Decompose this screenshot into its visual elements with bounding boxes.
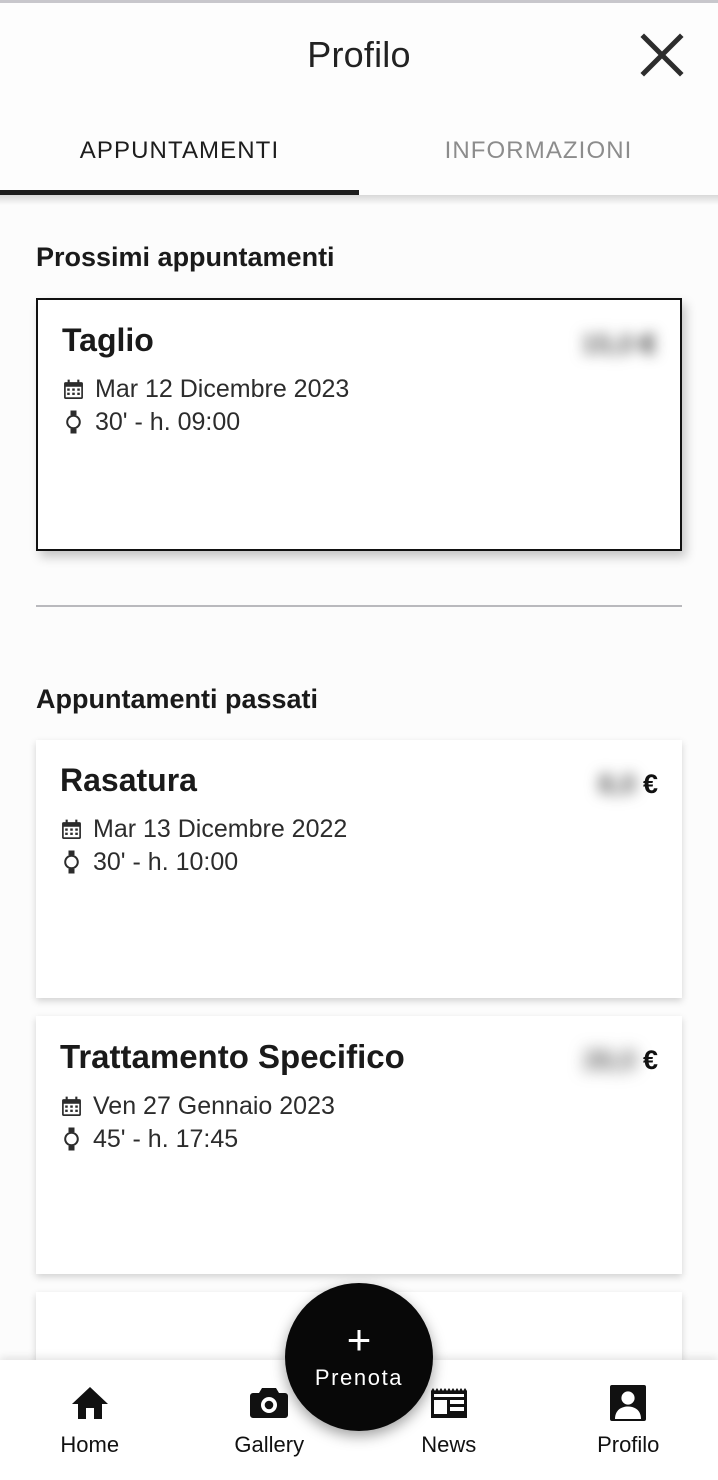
section-title-past: Appuntamenti passati	[36, 684, 319, 714]
nav-item-profilo[interactable]: Profilo	[539, 1383, 718, 1458]
appointment-card-past-2[interactable]: Trattamento Specifico Ven 27 Gennaio 202…	[36, 1016, 682, 1274]
close-icon	[639, 32, 685, 78]
modal-header: Profilo	[0, 3, 718, 107]
prenota-fab-label: Prenota	[314, 1365, 404, 1390]
nav-item-home[interactable]: Home	[0, 1383, 180, 1458]
tab-informazioni[interactable]: INFORMAZIONI	[359, 107, 718, 195]
watch-icon	[60, 850, 82, 874]
appointment-price-amount: 26,0	[583, 1045, 636, 1075]
nav-item-home-label: Home	[60, 1431, 120, 1457]
watch-icon	[62, 410, 84, 434]
appointment-card-past-1[interactable]: Rasatura Mar 13 Dicembre 2022 30' - h. 1…	[36, 740, 682, 998]
appointment-time-row: 45' - h. 17:45	[60, 1125, 405, 1154]
appointment-time: 45' - h. 17:45	[93, 1124, 239, 1153]
plus-icon: +	[346, 1316, 372, 1363]
home-icon	[69, 1383, 111, 1423]
appointment-date: Mar 12 Dicembre 2023	[95, 374, 350, 403]
profile-screen: Profilo APPUNTAMENTI INFORMAZIONI Prossi…	[0, 0, 718, 1480]
calendar-icon	[60, 817, 82, 841]
appointment-card-upcoming[interactable]: Taglio Mar 12 Dicembre 2023 30' - h. 09:…	[36, 298, 682, 551]
appointment-price: 15,0 €	[581, 329, 656, 360]
appointment-time: 30' - h. 09:00	[95, 407, 241, 436]
section-title-upcoming: Prossimi appuntamenti	[36, 242, 335, 272]
appointment-date-row: Mar 12 Dicembre 2023	[62, 375, 349, 404]
newspaper-icon	[428, 1383, 470, 1423]
tab-bar: APPUNTAMENTI INFORMAZIONI	[0, 107, 718, 195]
appointment-date-row: Mar 13 Dicembre 2022	[60, 815, 347, 844]
appointment-title: Rasatura	[60, 762, 197, 798]
tab-informazioni-label: INFORMAZIONI	[444, 137, 633, 164]
tab-appuntamenti[interactable]: APPUNTAMENTI	[0, 107, 359, 195]
appointment-price-currency: €	[642, 1045, 658, 1075]
appointment-price: 26,0 €	[583, 1045, 658, 1076]
nav-item-profilo-label: Profilo	[597, 1431, 660, 1457]
page-title: Profilo	[307, 34, 411, 75]
appointment-price-currency: €	[640, 329, 656, 359]
appointment-time: 30' - h. 10:00	[93, 847, 239, 876]
camera-icon	[248, 1383, 290, 1423]
appointment-time-row: 30' - h. 09:00	[62, 408, 349, 437]
appointment-date: Ven 27 Gennaio 2023	[93, 1091, 335, 1120]
appointment-price-amount: 8,0	[598, 769, 636, 799]
appointment-price: 8,0 €	[598, 769, 658, 800]
close-button[interactable]	[626, 19, 698, 91]
appointments-scroll-area[interactable]: Prossimi appuntamenti Taglio Mar 12 Dice…	[0, 205, 718, 1360]
appointment-price-amount: 15,0	[581, 329, 634, 359]
appointment-time-row: 30' - h. 10:00	[60, 848, 347, 877]
person-icon	[607, 1383, 649, 1423]
appointment-date-row: Ven 27 Gennaio 2023	[60, 1092, 405, 1121]
prenota-fab[interactable]: + Prenota	[285, 1283, 433, 1431]
calendar-icon	[62, 377, 84, 401]
nav-item-gallery-label: Gallery	[234, 1431, 305, 1457]
tab-active-indicator	[0, 190, 359, 195]
tab-bar-shadow	[0, 195, 718, 205]
appointment-title: Taglio	[62, 322, 154, 358]
appointment-price-currency: €	[642, 769, 658, 799]
tab-appuntamenti-label: APPUNTAMENTI	[79, 137, 280, 164]
watch-icon	[60, 1127, 82, 1151]
appointment-title: Trattamento Specifico	[60, 1038, 405, 1075]
appointment-date: Mar 13 Dicembre 2022	[93, 814, 348, 843]
calendar-icon	[60, 1094, 82, 1118]
nav-item-news-label: News	[421, 1431, 477, 1457]
